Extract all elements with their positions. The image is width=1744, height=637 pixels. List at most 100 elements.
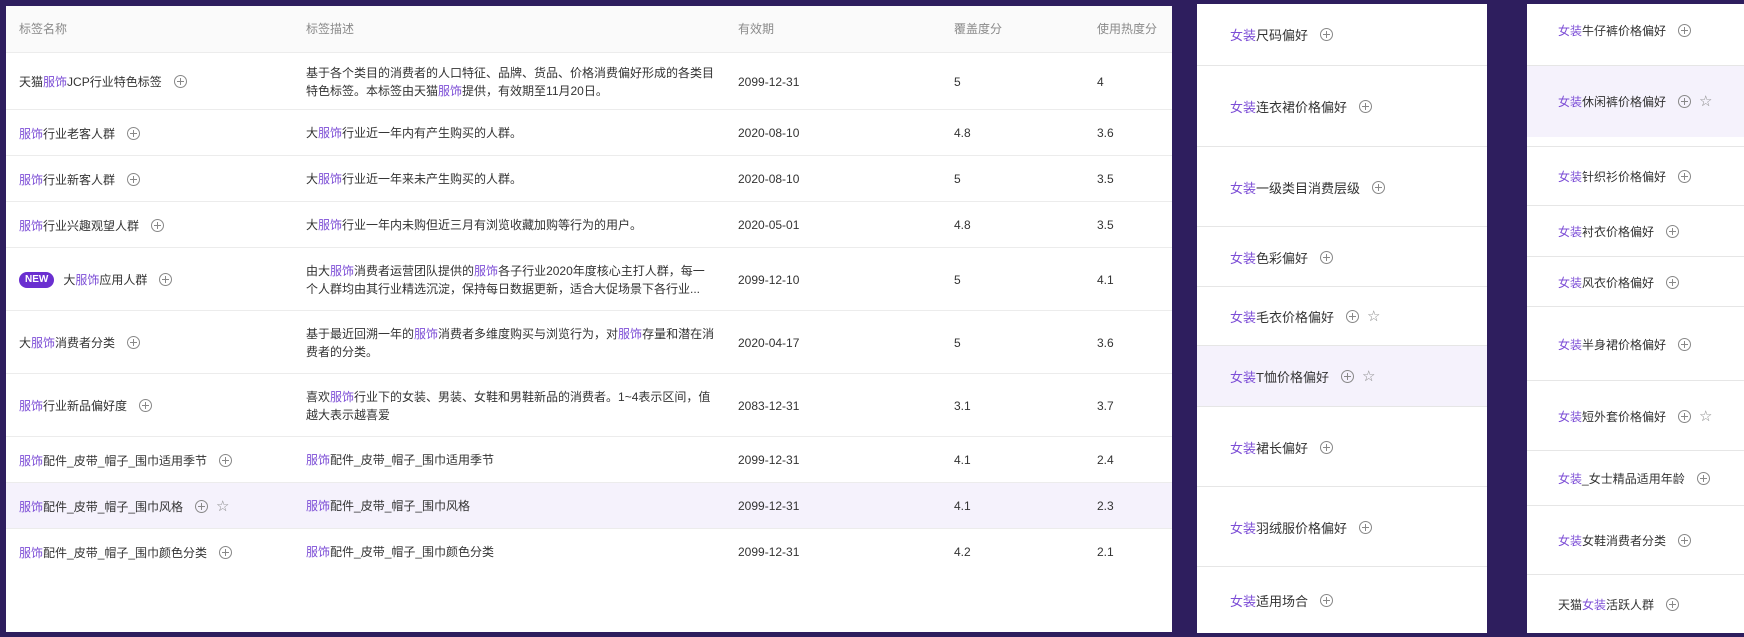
table-row[interactable]: 天猫服饰JCP行业特色标签 基于各个类目的消费者的人口特征、品牌、货品、价格消费偏… <box>6 52 1172 110</box>
tag-list-item[interactable]: 女装_女士精品适用年龄 <box>1527 450 1744 506</box>
table-row[interactable]: 服饰行业老客人群 大服饰行业近一年内有产生购买的人群。 2020-08-10 4.8 3… <box>6 109 1172 156</box>
tag-list-item[interactable]: 女装女鞋消费者分类 <box>1527 505 1744 575</box>
plus-circle-icon[interactable] <box>127 172 141 186</box>
plus-circle-icon[interactable] <box>1696 472 1710 485</box>
table-row[interactable]: 服饰行业新品偏好度 喜欢服饰行业下的女装、男装、女鞋和男鞋新品的消费者。1~4表示… <box>6 373 1172 437</box>
plus-circle-icon[interactable] <box>1340 370 1354 383</box>
coverage-score-cell: 5 <box>954 248 961 311</box>
tag-name-link[interactable]: 服饰配件_皮带_帽子_围巾颜色分类 <box>19 544 207 561</box>
tag-list-item[interactable]: 天猫女装活跃人群 <box>1527 574 1744 633</box>
plus-circle-icon[interactable] <box>195 499 209 513</box>
coverage-score-cell: 5 <box>954 53 961 110</box>
plus-circle-icon[interactable] <box>1359 520 1373 534</box>
description-text: 大 <box>306 172 319 186</box>
tag-label-keyword: 女装 <box>1582 598 1607 612</box>
description-text: 基于最近回溯一年的 <box>306 326 415 341</box>
tag-name-link[interactable]: 服饰配件_皮带_帽子_围巾风格 <box>19 498 183 515</box>
description-keyword: 服饰 <box>318 172 343 186</box>
tag-list-item[interactable]: 女装羽绒服价格偏好 <box>1197 486 1487 567</box>
tag-list-item[interactable]: 女装连衣裙价格偏好 <box>1197 65 1487 147</box>
tag-list-item[interactable]: 女装一级类目消费层级 <box>1197 146 1487 227</box>
tag-list-item[interactable]: 女装衬衣价格偏好 <box>1527 205 1744 257</box>
plus-circle-icon[interactable] <box>139 399 153 412</box>
tag-label-keyword: 女装 <box>1230 520 1257 536</box>
plus-circle-icon[interactable] <box>1678 170 1692 183</box>
table-row[interactable]: 大服饰消费者分类 基于最近回溯一年的服饰消费者多维度购买与浏览行为，对服饰存量和潜… <box>6 310 1172 374</box>
table-row[interactable]: 服饰行业新客人群 大服饰行业近一年来未产生购买的人群。 2020-08-10 5 3.5 <box>6 155 1172 202</box>
plus-circle-icon[interactable] <box>219 453 233 467</box>
tag-list-item-label: 女装羽绒服价格偏好 <box>1230 518 1347 537</box>
valid-until-value: 2083-12-31 <box>738 398 800 413</box>
tag-name-link[interactable]: 服饰行业兴趣观望人群 <box>19 217 139 234</box>
plus-circle-icon[interactable] <box>1320 440 1334 454</box>
table-row[interactable]: 服饰配件_皮带_帽子_围巾颜色分类 服饰配件_皮带_帽子_围巾颜色分类 2099-1… <box>6 528 1172 575</box>
tag-name-link[interactable]: 大服饰消费者分类 <box>19 334 115 351</box>
plus-circle-icon[interactable] <box>1678 534 1692 547</box>
tag-name-keyword: 服饰 <box>19 172 44 187</box>
plus-circle-icon[interactable] <box>1320 250 1334 264</box>
valid-until-value: 2020-05-01 <box>738 218 800 232</box>
tag-description-cell: 基于各个类目的消费者的人口特征、品牌、货品、价格消费偏好形成的各类目特色标签。本… <box>306 53 716 110</box>
tag-list-item[interactable]: 女装裙长偏好 <box>1197 406 1487 487</box>
plus-circle-icon[interactable] <box>1666 598 1680 611</box>
tag-list-item-label: 女装毛衣价格偏好 <box>1230 307 1334 326</box>
plus-circle-icon[interactable] <box>1372 180 1386 194</box>
plus-circle-icon[interactable] <box>173 75 187 88</box>
table-row[interactable]: 服饰配件_皮带_帽子_围巾风格 ☆ 服饰配件_皮带_帽子_围巾风格 2099-12-3… <box>6 482 1172 529</box>
star-outline-icon[interactable]: ☆ <box>216 499 229 514</box>
tag-name-link[interactable]: 服饰行业老客人群 <box>19 125 115 142</box>
tag-name-link[interactable]: 服饰行业新客人群 <box>19 171 115 188</box>
tag-list-item[interactable]: 女装色彩偏好 <box>1197 226 1487 287</box>
plus-circle-icon[interactable] <box>1666 275 1680 289</box>
tag-name-link[interactable]: 大服饰应用人群 <box>63 271 147 288</box>
tag-list-item[interactable]: 女装适用场合 <box>1197 566 1487 633</box>
plus-circle-icon[interactable] <box>1320 594 1334 607</box>
plus-circle-icon[interactable] <box>1666 225 1680 238</box>
tag-list-item[interactable]: 女装T恤价格偏好 ☆ <box>1197 345 1487 407</box>
tag-name-link[interactable]: 服饰配件_皮带_帽子_围巾适用季节 <box>19 452 207 469</box>
tag-name-cell: 服饰行业新品偏好度 <box>19 374 289 437</box>
coverage-score-value: 5 <box>954 74 961 89</box>
tag-list-item[interactable]: 女装半身裙价格偏好 <box>1527 306 1744 381</box>
tag-description-cell: 喜欢服饰行业下的女装、男装、女鞋和男鞋新品的消费者。1~4表示区间，值越大表示越… <box>306 374 716 437</box>
star-outline-icon[interactable]: ☆ <box>1362 369 1375 384</box>
table-row[interactable]: NEW 大服饰应用人群 由大服饰消费者运营团队提供的服饰各子行业2020年度核心主打… <box>6 247 1172 311</box>
heat-score-cell: 2.3 <box>1097 483 1114 529</box>
tag-list-item[interactable]: 女装针织衫价格偏好 <box>1527 146 1744 206</box>
tag-list-item[interactable]: 女装休闲裤价格偏好 ☆ <box>1527 65 1744 137</box>
tag-list-item[interactable]: 女装短外套价格偏好 ☆ <box>1527 380 1744 451</box>
star-outline-icon[interactable]: ☆ <box>1367 309 1380 324</box>
heat-score-cell: 4.1 <box>1097 248 1114 311</box>
tag-name-link[interactable]: 天猫服饰JCP行业特色标签 <box>19 73 162 90</box>
tag-list-item[interactable]: 女装毛衣价格偏好 ☆ <box>1197 286 1487 346</box>
description-text: 大 <box>306 218 319 232</box>
tag-list-item[interactable]: 女装风衣价格偏好 <box>1527 256 1744 307</box>
tag-label-keyword: 女装 <box>1558 170 1583 184</box>
plus-circle-icon[interactable] <box>127 336 141 349</box>
plus-circle-icon[interactable] <box>1678 409 1692 423</box>
plus-circle-icon[interactable] <box>1320 28 1334 41</box>
tag-list-item[interactable]: 女装尺码偏好 <box>1197 4 1487 65</box>
coverage-score-value: 4.1 <box>954 499 971 513</box>
tag-name-link[interactable]: 服饰行业新品偏好度 <box>19 397 127 414</box>
coverage-score-cell: 4.8 <box>954 110 971 156</box>
table-header: 标签名称 标签描述 有效期 覆盖度分 使用热度分 <box>6 6 1172 52</box>
star-outline-icon[interactable]: ☆ <box>1699 409 1712 424</box>
description-text: 配件_皮带_帽子_围巾颜色分类 <box>330 545 495 559</box>
plus-circle-icon[interactable] <box>127 126 141 140</box>
plus-circle-icon[interactable] <box>1678 337 1692 351</box>
table-row[interactable]: 服饰配件_皮带_帽子_围巾适用季节 服饰配件_皮带_帽子_围巾适用季节 2099-1… <box>6 436 1172 483</box>
plus-circle-icon[interactable] <box>219 545 233 559</box>
plus-circle-icon[interactable] <box>151 218 165 232</box>
description-keyword: 服饰 <box>306 499 331 513</box>
tag-list-item[interactable]: 女装牛仔裤价格偏好 <box>1527 4 1744 56</box>
tag-name-prefix: 天猫 <box>19 75 44 89</box>
plus-circle-icon[interactable] <box>1359 100 1373 113</box>
heat-score-value: 3.5 <box>1097 172 1114 186</box>
plus-circle-icon[interactable] <box>1678 95 1692 108</box>
star-outline-icon[interactable]: ☆ <box>1699 94 1712 109</box>
plus-circle-icon[interactable] <box>1678 23 1692 37</box>
plus-circle-icon[interactable] <box>1346 310 1360 323</box>
plus-circle-icon[interactable] <box>159 273 173 286</box>
table-row[interactable]: 服饰行业兴趣观望人群 大服饰行业一年内未购但近三月有浏览收藏加购等行为的用户。 20… <box>6 201 1172 248</box>
